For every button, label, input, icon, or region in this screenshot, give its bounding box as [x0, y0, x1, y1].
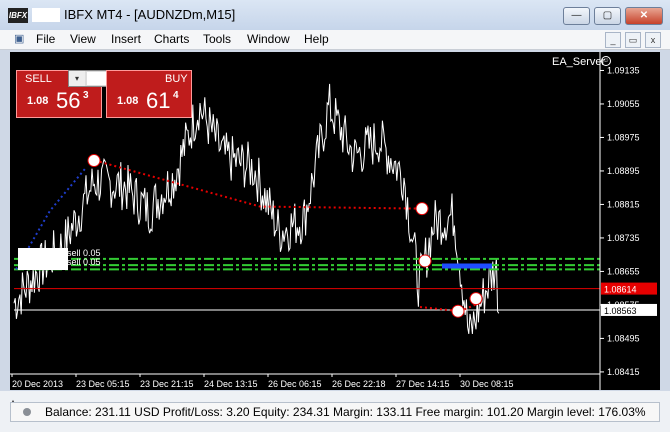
y-tick-label: 1.08655 [607, 266, 640, 276]
y-tick-label: 1.08895 [607, 166, 640, 176]
account-summary-text: Balance: 231.11 USD Profit/Loss: 3.20 Eq… [45, 405, 646, 419]
menu-insert[interactable]: Insert [111, 32, 141, 46]
x-tick-label: 26 Dec 22:18 [332, 379, 386, 389]
mdi-minimize-button[interactable]: _ [605, 32, 621, 48]
maximize-button[interactable]: ▢ [594, 7, 621, 25]
buy-price-prefix: 1.08 [117, 95, 139, 107]
x-tick-label: 27 Dec 14:15 [396, 379, 450, 389]
x-tick-label: 20 Dec 2013 [12, 379, 63, 389]
label-redaction [18, 248, 68, 270]
chart-window-icon[interactable]: ▣ [14, 32, 28, 46]
x-tick-label: 24 Dec 13:15 [204, 379, 258, 389]
sell-price-main: 56 [56, 88, 81, 113]
mdi-close-button[interactable]: x [645, 32, 661, 48]
account-dot-icon [23, 408, 31, 416]
sell-price-prefix: 1.08 [27, 95, 49, 107]
y-tick-label: 1.08815 [607, 199, 640, 209]
trade-marker [87, 153, 101, 167]
trade-marker [451, 304, 465, 318]
x-tick-label: 23 Dec 21:15 [140, 379, 194, 389]
menu-help[interactable]: Help [304, 32, 329, 46]
trade-marker [415, 202, 429, 216]
sell-price-fraction: 3 [83, 90, 89, 101]
menu-bar: ▣ File View Insert Charts Tools Window H… [0, 30, 670, 50]
price-chart[interactable]: 1.08614 1.08563 1.09135 1.09055 1.08975 1.088… [10, 52, 660, 390]
window-title: IBFX MT4 - [AUDNZDm,M15] [64, 7, 236, 22]
menu-view[interactable]: View [70, 32, 96, 46]
mdi-restore-button[interactable]: ▭ [625, 32, 641, 48]
ibfx-app-icon: IBFX [8, 8, 28, 23]
terminal-account-row: Balance: 231.11 USD Profit/Loss: 3.20 Eq… [10, 402, 660, 422]
y-tick-label: 1.09135 [607, 65, 640, 75]
y-tick-label: 1.08415 [607, 367, 640, 377]
mt4-window: IBFX IBFX MT4 - [AUDNZDm,M15] — ▢ ✕ ▣ Fi… [0, 0, 670, 432]
menu-window[interactable]: Window [247, 32, 290, 46]
buy-label: BUY [165, 73, 188, 85]
trade-marker [418, 254, 432, 268]
minimize-button[interactable]: — [563, 7, 590, 25]
buy-price-fraction: 4 [173, 90, 179, 101]
one-click-trading-panel: SELL 1.08 56 3 ▾ 0.05 ▴ BUY 1.08 61 4 [16, 70, 192, 118]
y-tick-label: 1.08575 [607, 300, 640, 310]
x-tick-label: 26 Dec 06:15 [268, 379, 322, 389]
title-redaction [32, 8, 60, 22]
y-tick-label: 1.08735 [607, 233, 640, 243]
ea-smiley-icon: ☺ [601, 56, 611, 66]
trade-marker [469, 292, 483, 306]
close-button[interactable]: ✕ [625, 7, 663, 25]
ea-name-label: EA_Server [552, 56, 606, 68]
buy-price-main: 61 [146, 88, 171, 113]
x-tick-label: 23 Dec 05:15 [76, 379, 130, 389]
y-tick-label: 1.09055 [607, 99, 640, 109]
buy-button[interactable]: BUY 1.08 61 4 [106, 70, 192, 118]
y-tick-label: 1.08975 [607, 132, 640, 142]
menu-tools[interactable]: Tools [203, 32, 231, 46]
menu-file[interactable]: File [36, 32, 55, 46]
title-bar: IBFX IBFX MT4 - [AUDNZDm,M15] — ▢ ✕ [0, 0, 670, 30]
lot-down-arrow-icon[interactable]: ▾ [69, 71, 85, 86]
sell-label: SELL [25, 73, 52, 85]
y-tick-label: 1.08495 [607, 333, 640, 343]
price-level-label: 1.08614 [604, 285, 637, 295]
menu-charts[interactable]: Charts [154, 32, 189, 46]
trade-overlays [14, 153, 600, 318]
x-tick-label: 30 Dec 08:15 [460, 379, 514, 389]
status-bar: ▴ Balance: 231.11 USD Profit/Loss: 3.20 … [0, 391, 670, 432]
sell-order-label-2: sell 0.05 [67, 257, 101, 267]
